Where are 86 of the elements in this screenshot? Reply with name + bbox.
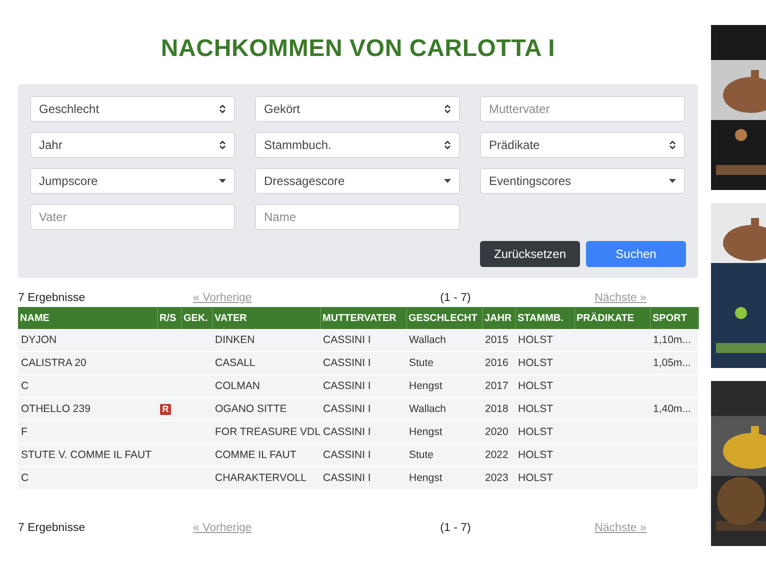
reset-button[interactable]: Zurücksetzen [480,241,580,267]
table-cell: FOR TREASURE VDL [212,420,320,444]
table-cell: OTHELLO 239 [18,398,157,420]
page-range: (1 - 7) [440,521,471,536]
table-cell: COLMAN [212,374,320,398]
column-header[interactable]: VATER [212,307,320,329]
table-cell: CASSINI I [320,444,406,466]
column-header[interactable]: SPORT [650,307,698,329]
table-cell: C [18,374,157,398]
column-header[interactable]: MUTTERVATER [320,307,406,329]
table-cell: HOLST [515,398,574,420]
updown-chevron-icon [669,140,676,150]
select-field[interactable]: Stammbuch. [255,132,460,158]
table-cell: CASSINI I [320,398,406,420]
updown-chevron-icon [444,140,451,150]
r-badge: R [160,404,171,415]
table-cell: HOLST [515,444,574,466]
select-field[interactable]: Gekört [255,96,460,122]
table-cell: 1,40m... [650,398,698,420]
caret-down-icon [444,179,451,183]
table-cell: CASSINI I [320,374,406,398]
table-cell: CASSINI I [320,466,406,490]
table-cell: C [18,466,157,490]
page-title: NACHKOMMEN VON CARLOTTA I [160,34,556,64]
table-cell: CASSINI I [320,352,406,374]
search-button[interactable]: Suchen [586,241,686,267]
column-header[interactable]: GEK. [181,307,212,329]
updown-chevron-icon [219,140,226,150]
table-cell: HOLST [515,352,574,374]
column-header[interactable]: GESCHLECHT [406,307,482,329]
dropdown-field[interactable]: Dressagescore [255,168,460,194]
table-cell: 2023 [482,466,515,490]
table-cell: OGANO SITTE [212,398,320,420]
column-header[interactable]: JAHR [482,307,515,329]
dropdown-field[interactable]: Jumpscore [30,168,235,194]
column-header[interactable]: STAMMB. [515,307,574,329]
table-cell: HOLST [515,466,574,490]
select-field[interactable]: Geschlecht [30,96,235,122]
table-cell: HOLST [515,374,574,398]
table-cell: Stute [406,444,482,466]
column-header[interactable]: R/S [157,307,181,329]
table-cell: CALISTRA 20 [18,352,157,374]
table-cell: 2022 [482,444,515,466]
page-range: (1 - 7) [440,291,471,306]
table-cell: HOLST [515,329,574,352]
text-field[interactable]: Muttervater [480,96,685,122]
table-cell: HOLST [515,420,574,444]
table-cell: Wallach [406,398,482,420]
table-cell: COMME IL FAUT [212,444,320,466]
column-header[interactable]: NAME [18,307,157,329]
previous-link[interactable]: « Vorherige [193,290,252,306]
table-cell: 2017 [482,374,515,398]
updown-chevron-icon [444,104,451,114]
table-cell: STUTE V. COMME IL FAUT [18,444,157,466]
result-count: 7 Ergebnisse [18,291,86,306]
table-cell: Hengst [406,420,482,444]
table-cell: CHARAKTERVOLL [212,466,320,490]
table-cell: F [18,420,157,444]
table-cell: CASSINI I [320,329,406,352]
result-count: 7 Ergebnisse [18,521,86,536]
table-cell: Hengst [406,466,482,490]
table-cell: Stute [406,352,482,374]
text-field[interactable]: Vater [30,204,235,230]
table-cell: 2018 [482,398,515,420]
column-header[interactable]: PRÄDIKATE [574,307,650,329]
select-field[interactable]: Prädikate [480,132,685,158]
select-field[interactable]: Jahr [30,132,235,158]
caret-down-icon [219,179,226,183]
table-cell: CASALL [212,352,320,374]
next-link[interactable]: Nächste » [594,290,646,306]
text-field[interactable]: Name [255,204,460,230]
table-cell: Wallach [406,329,482,352]
table-cell: DYJON [18,329,157,352]
table-cell: 2020 [482,420,515,444]
table-cell: 1,05m... [650,352,698,374]
next-link[interactable]: Nächste » [594,520,646,536]
table-cell: Hengst [406,374,482,398]
table-cell: 2015 [482,329,515,352]
previous-link[interactable]: « Vorherige [193,520,252,536]
table-cell: CASSINI I [320,420,406,444]
table-cell: 1,10m... [650,329,698,352]
dropdown-field[interactable]: Eventingscores [480,168,685,194]
table-cell: DINKEN [212,329,320,352]
updown-chevron-icon [219,104,226,114]
table-cell: 2016 [482,352,515,374]
caret-down-icon [669,179,676,183]
